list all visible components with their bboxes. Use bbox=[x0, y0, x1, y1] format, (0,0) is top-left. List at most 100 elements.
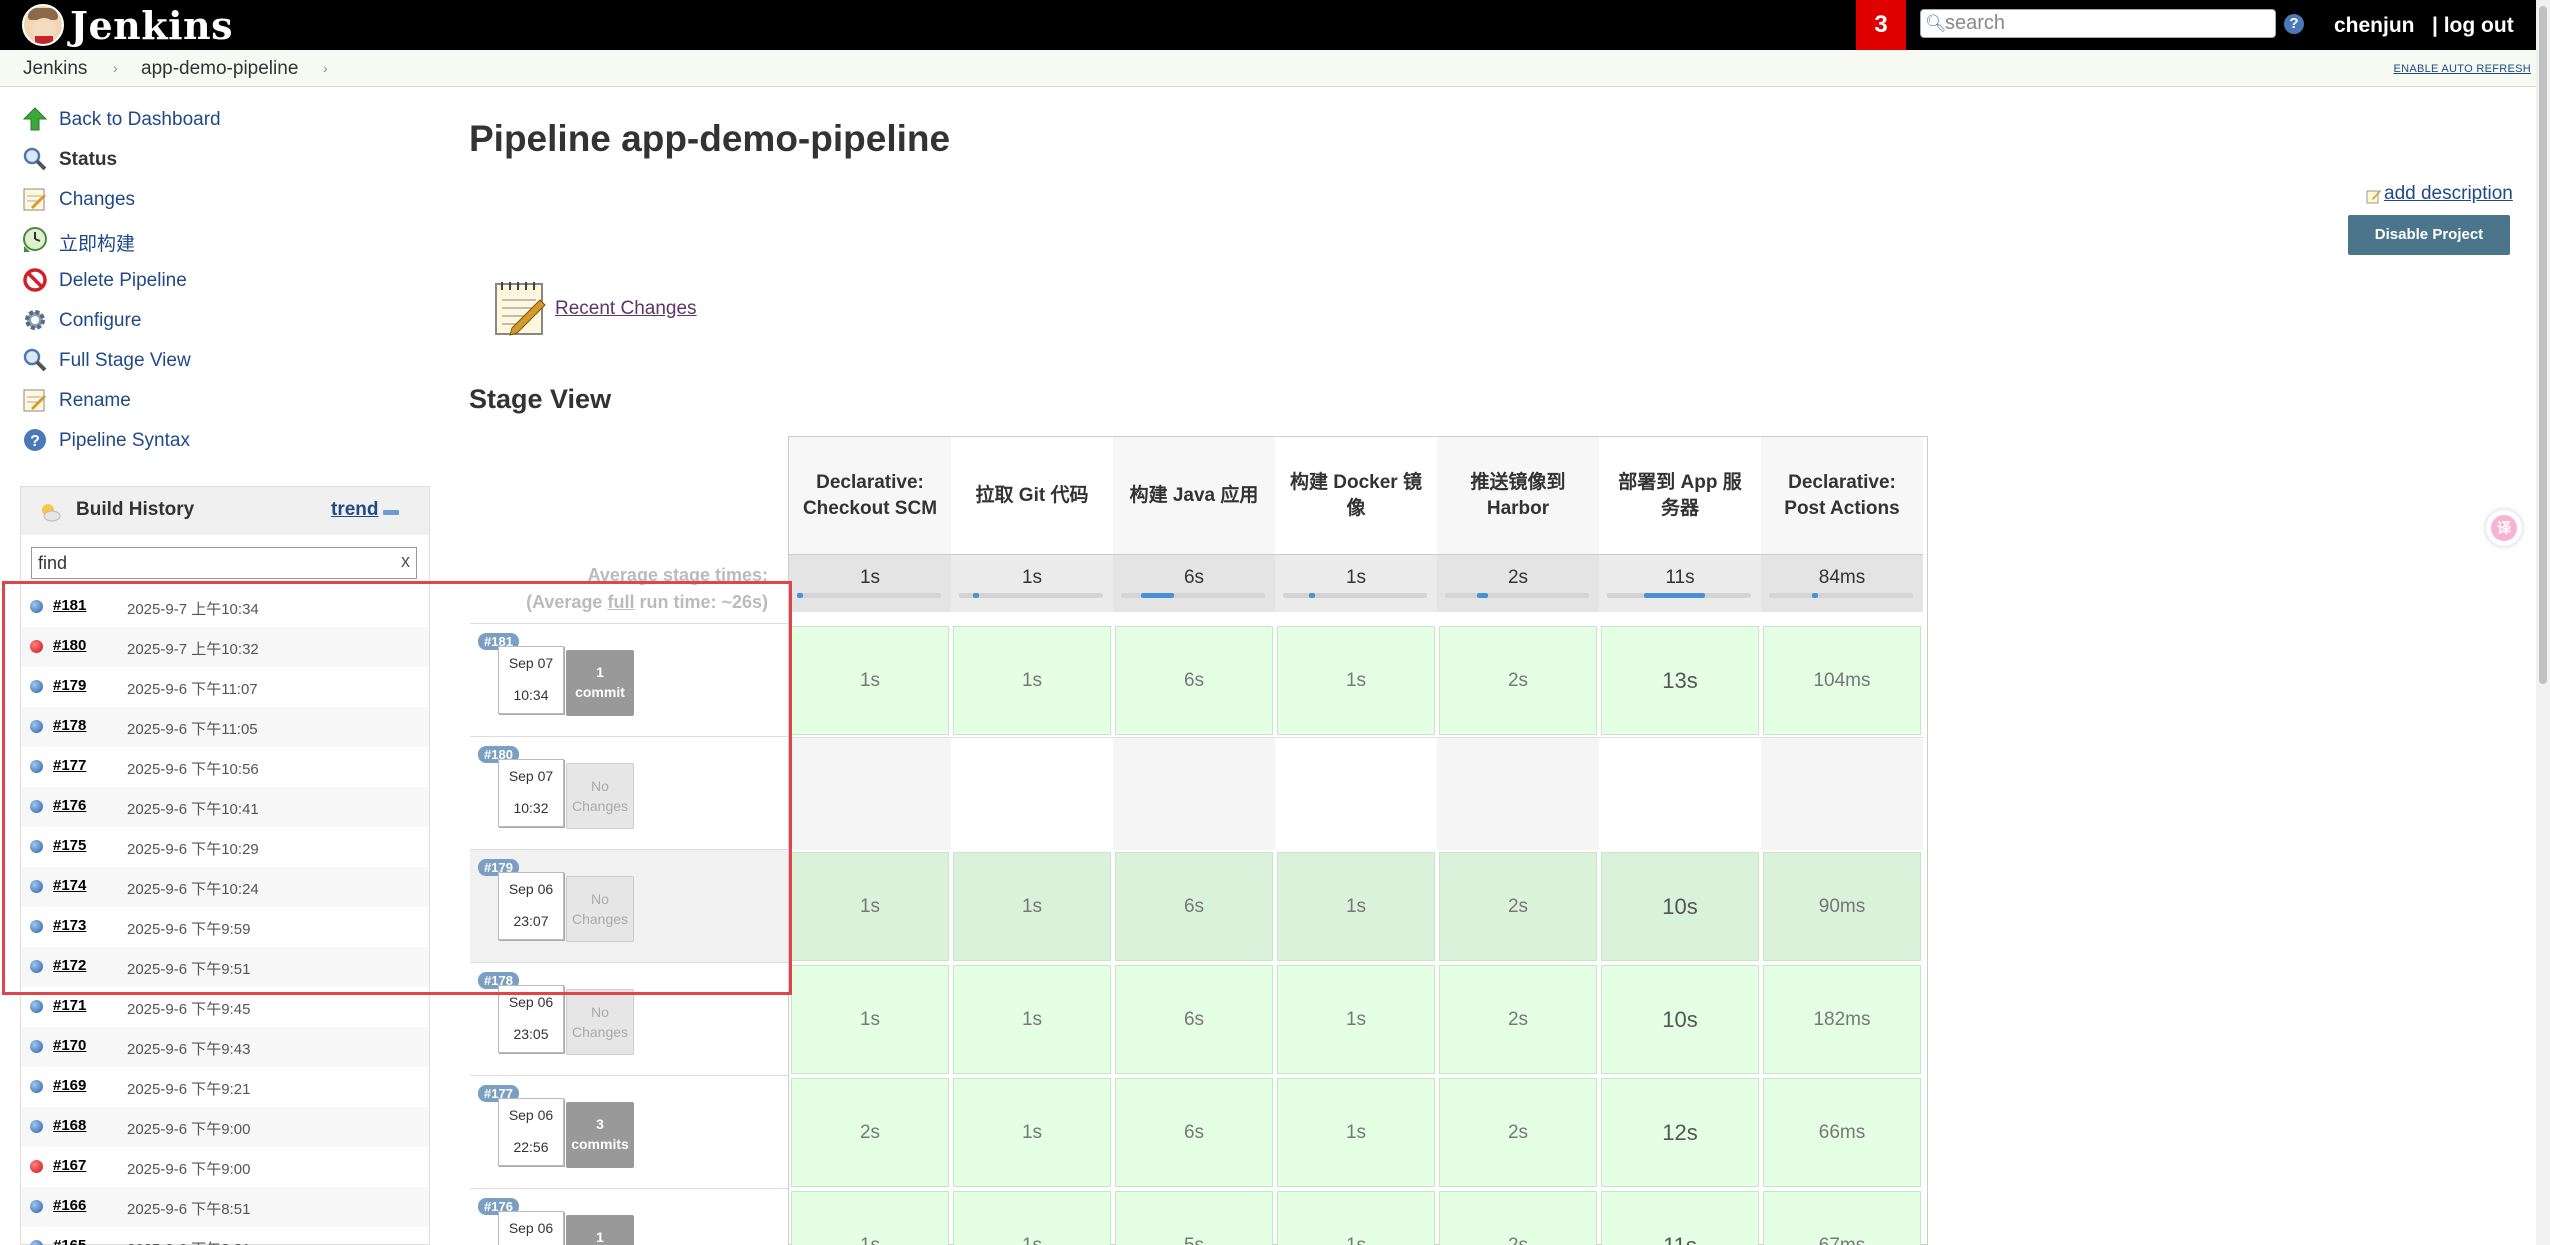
stage-cell[interactable]: 1s bbox=[1277, 852, 1435, 961]
stage-cell[interactable]: 6s bbox=[1115, 965, 1273, 1074]
build-number-link[interactable]: #165 bbox=[53, 1237, 86, 1245]
build-number-link[interactable]: #181 bbox=[53, 597, 86, 614]
build-history-row[interactable]: #171 2025-9-6 下午9:45 bbox=[21, 987, 429, 1027]
run-changes[interactable]: 3 commits bbox=[566, 1102, 634, 1168]
build-history-row[interactable]: #170 2025-9-6 下午9:43 bbox=[21, 1027, 429, 1067]
build-number-link[interactable]: #168 bbox=[53, 1117, 86, 1134]
stage-build-row[interactable]: #179 Sep 06 23:07 No Changes bbox=[470, 849, 788, 962]
build-history-row[interactable]: #165 2025-9-6 下午8:31 bbox=[21, 1227, 429, 1245]
build-number-link[interactable]: #175 bbox=[53, 837, 86, 854]
stage-cell[interactable]: 104ms bbox=[1763, 626, 1921, 735]
notepad-icon[interactable] bbox=[494, 278, 548, 338]
build-number-link[interactable]: #170 bbox=[53, 1037, 86, 1054]
build-number-link[interactable]: #167 bbox=[53, 1157, 86, 1174]
build-number-link[interactable]: #178 bbox=[53, 717, 86, 734]
build-number-link[interactable]: #173 bbox=[53, 917, 86, 934]
task-rename[interactable]: Rename bbox=[22, 385, 422, 417]
run-changes[interactable]: 1 commit bbox=[566, 650, 634, 716]
build-number-link[interactable]: #177 bbox=[53, 757, 86, 774]
stage-cell[interactable]: 1s bbox=[953, 852, 1111, 961]
build-number-link[interactable]: #171 bbox=[53, 997, 86, 1014]
stage-cell[interactable]: 1s bbox=[1277, 1191, 1435, 1245]
build-history-row[interactable]: #178 2025-9-6 下午11:05 bbox=[21, 707, 429, 747]
edit-icon[interactable] bbox=[2366, 188, 2382, 204]
build-filter[interactable]: x bbox=[31, 547, 417, 579]
recent-changes-link[interactable]: Recent Changes bbox=[555, 298, 697, 320]
stage-cell[interactable]: 6s bbox=[1115, 1078, 1273, 1187]
stage-build-row[interactable]: #177 Sep 06 22:56 3 commits bbox=[470, 1075, 788, 1188]
stage-cell[interactable]: 1s bbox=[953, 965, 1111, 1074]
jenkins-logo-icon[interactable] bbox=[22, 4, 64, 46]
stage-cell[interactable]: 1s bbox=[953, 1191, 1111, 1245]
stage-cell[interactable]: 67ms bbox=[1763, 1191, 1921, 1245]
stage-cell[interactable]: 1s bbox=[1277, 1078, 1435, 1187]
task-pipeline-syntax[interactable]: ? Pipeline Syntax bbox=[22, 425, 422, 457]
logout-link[interactable]: | log out bbox=[2432, 14, 2514, 38]
task-configure[interactable]: Configure bbox=[22, 305, 422, 337]
run-changes[interactable]: 1 bbox=[566, 1215, 634, 1245]
build-history-row[interactable]: #175 2025-9-6 下午10:29 bbox=[21, 827, 429, 867]
run-changes[interactable]: No Changes bbox=[566, 763, 634, 829]
trend-link[interactable]: trend bbox=[331, 499, 379, 521]
stage-cell[interactable]: 6s bbox=[1115, 852, 1273, 961]
avg-run-full-link[interactable]: full bbox=[607, 592, 634, 612]
stage-cell[interactable]: 2s bbox=[1439, 852, 1597, 961]
task-full-stage-view[interactable]: Full Stage View bbox=[22, 345, 422, 377]
build-history-row[interactable]: #167 2025-9-6 下午9:00 bbox=[21, 1147, 429, 1187]
user-link[interactable]: chenjun bbox=[2334, 14, 2415, 38]
task-status[interactable]: Status bbox=[22, 144, 422, 176]
task-delete-pipeline[interactable]: Delete Pipeline bbox=[22, 265, 422, 297]
stage-cell[interactable]: 1s bbox=[1277, 626, 1435, 735]
task-changes[interactable]: Changes bbox=[22, 184, 422, 216]
stage-build-row[interactable]: #178 Sep 06 23:05 No Changes bbox=[470, 962, 788, 1075]
stage-cell[interactable]: 1s bbox=[953, 1078, 1111, 1187]
stage-cell[interactable]: 2s bbox=[1439, 626, 1597, 735]
breadcrumb-job[interactable]: app-demo-pipeline bbox=[141, 58, 298, 80]
stage-cell[interactable]: 5s bbox=[1115, 1191, 1273, 1245]
breadcrumb-jenkins[interactable]: Jenkins bbox=[23, 58, 87, 80]
clear-filter-icon[interactable]: x bbox=[401, 551, 410, 572]
build-number-link[interactable]: #176 bbox=[53, 797, 86, 814]
search-box[interactable]: 🔍︎ bbox=[1920, 9, 2276, 38]
stage-build-row[interactable]: #181 Sep 07 10:34 1 commit bbox=[470, 623, 788, 736]
help-icon[interactable]: ? bbox=[2284, 14, 2304, 34]
disable-project-button[interactable]: Disable Project bbox=[2348, 215, 2510, 255]
build-history-row[interactable]: #173 2025-9-6 下午9:59 bbox=[21, 907, 429, 947]
stage-build-row[interactable]: #180 Sep 07 10:32 No Changes bbox=[470, 736, 788, 849]
stage-cell[interactable]: 1s bbox=[791, 965, 949, 1074]
stage-cell[interactable]: 2s bbox=[1439, 1191, 1597, 1245]
enable-auto-refresh-link[interactable]: ENABLE AUTO REFRESH bbox=[2393, 63, 2531, 75]
build-history-row[interactable]: #174 2025-9-6 下午10:24 bbox=[21, 867, 429, 907]
run-changes[interactable]: No Changes bbox=[566, 876, 634, 942]
stage-cell[interactable]: 10s bbox=[1601, 965, 1759, 1074]
stage-cell[interactable]: 6s bbox=[1115, 626, 1273, 735]
stage-cell[interactable]: 1s bbox=[1277, 965, 1435, 1074]
task-back-to-dashboard[interactable]: Back to Dashboard bbox=[22, 104, 422, 136]
build-history-row[interactable]: #172 2025-9-6 下午9:51 bbox=[21, 947, 429, 987]
build-filter-input[interactable] bbox=[38, 551, 378, 575]
build-history-row[interactable]: #168 2025-9-6 下午9:00 bbox=[21, 1107, 429, 1147]
stage-cell[interactable]: 2s bbox=[1439, 1078, 1597, 1187]
translate-float-button[interactable]: 译 bbox=[2486, 510, 2522, 546]
stage-cell[interactable]: 1s bbox=[953, 626, 1111, 735]
build-number-link[interactable]: #179 bbox=[53, 677, 86, 694]
build-number-link[interactable]: #172 bbox=[53, 957, 86, 974]
notification-badge[interactable]: 3 bbox=[1856, 0, 1906, 50]
task-立即构建[interactable]: 立即构建 bbox=[22, 224, 422, 256]
stage-cell[interactable]: 66ms bbox=[1763, 1078, 1921, 1187]
page-scrollbar[interactable] bbox=[2536, 0, 2550, 1245]
build-number-link[interactable]: #169 bbox=[53, 1077, 86, 1094]
stage-cell[interactable]: 1s bbox=[791, 852, 949, 961]
scrollbar-thumb[interactable] bbox=[2539, 6, 2547, 684]
stage-build-row[interactable]: #176 Sep 06 1 bbox=[470, 1188, 788, 1245]
build-number-link[interactable]: #180 bbox=[53, 637, 86, 654]
stage-cell[interactable]: 90ms bbox=[1763, 852, 1921, 961]
build-history-row[interactable]: #177 2025-9-6 下午10:56 bbox=[21, 747, 429, 787]
build-number-link[interactable]: #166 bbox=[53, 1197, 86, 1214]
run-changes[interactable]: No Changes bbox=[566, 989, 634, 1055]
stage-cell[interactable]: 2s bbox=[1439, 965, 1597, 1074]
stage-cell[interactable]: 11s bbox=[1601, 1191, 1759, 1245]
stage-cell[interactable]: 1s bbox=[791, 626, 949, 735]
stage-cell[interactable]: 10s bbox=[1601, 852, 1759, 961]
stage-cell[interactable]: 182ms bbox=[1763, 965, 1921, 1074]
